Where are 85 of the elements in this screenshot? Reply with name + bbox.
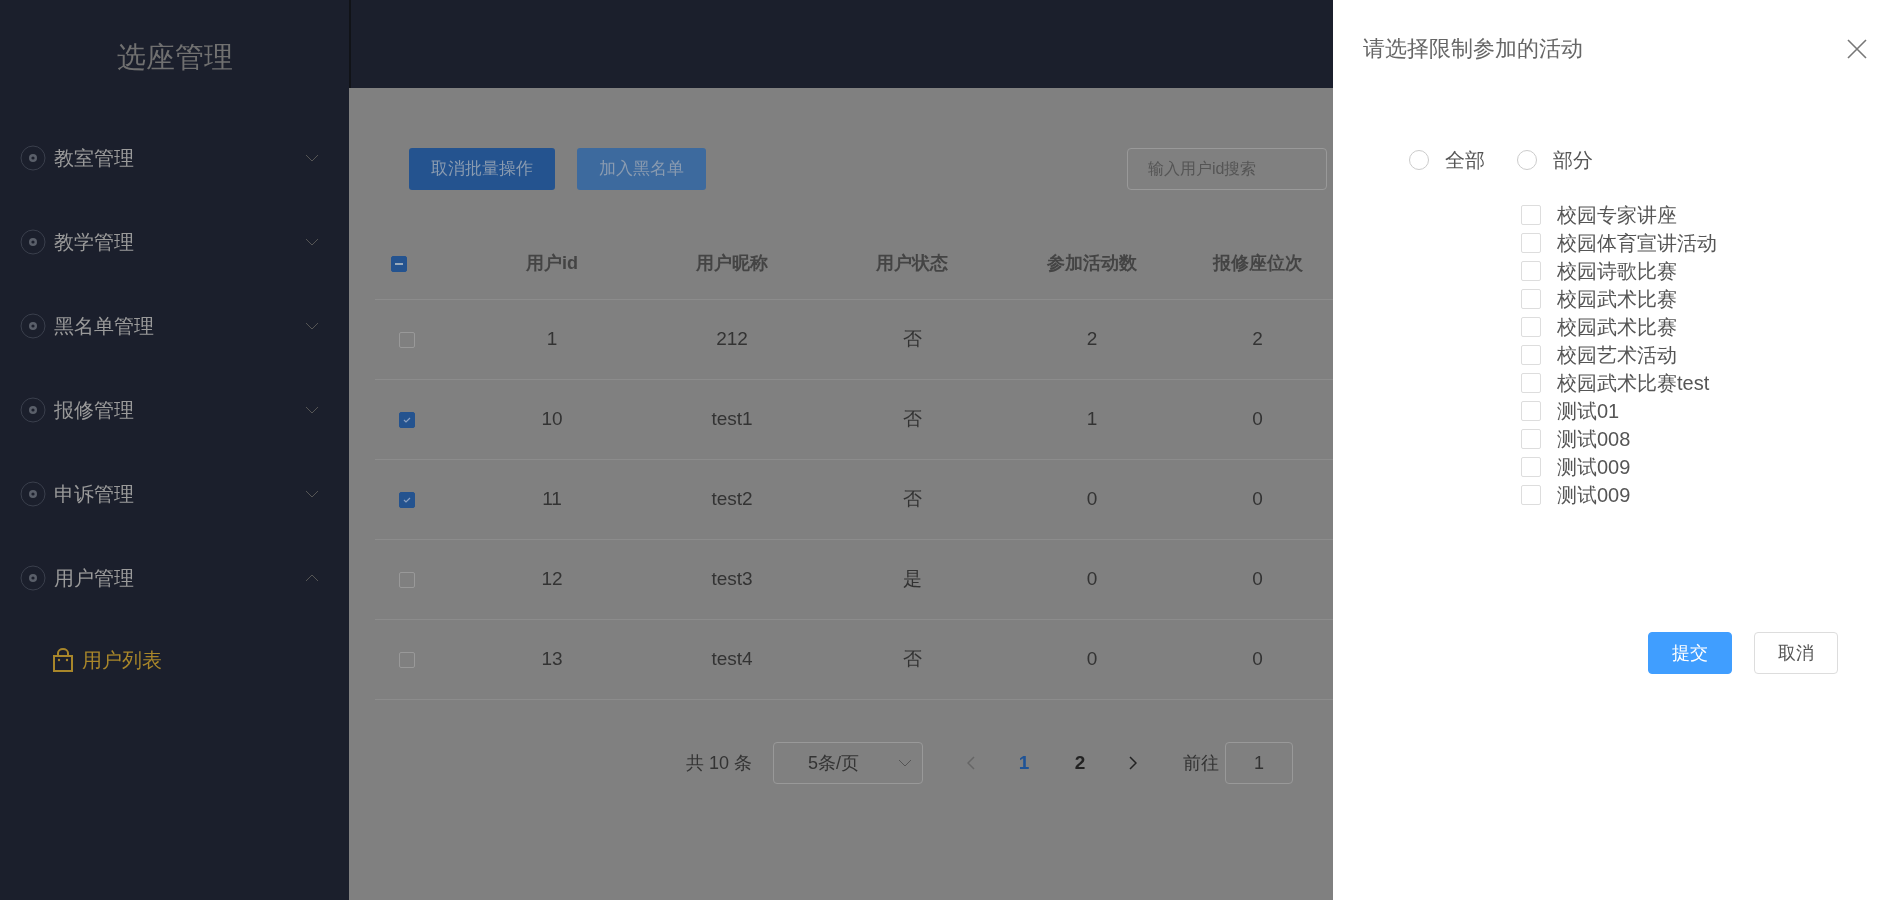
bag-icon [52,648,74,672]
checkbox-label: 校园武术比赛 [1557,315,1677,340]
table-cell-text: 2 [1086,327,1098,352]
submenu-item[interactable]: 用户列表 [0,620,349,700]
checkbox[interactable] [399,651,415,668]
checkbox[interactable] [399,571,415,588]
checkbox[interactable] [399,491,415,508]
table-cell-text: 1 [1086,407,1098,432]
chevron-down-icon [305,490,319,498]
radio-label: 部分 [1553,148,1593,173]
table-cell-text: 1 [546,327,558,352]
checkbox-label: 校园专家讲座 [1557,203,1677,228]
table-cell-text: 0 [1086,567,1098,592]
table-cell-text: 0 [1086,487,1098,512]
table-cell-text: 0 [1252,567,1263,592]
page-button[interactable]: 2 [1067,748,1094,778]
menu-item[interactable]: 用户管理 [0,536,349,620]
column-header: 报修座位次 [1212,252,1303,275]
checkbox[interactable] [399,331,415,348]
chevron-down-icon [305,322,319,330]
chevron-down-icon [305,406,319,414]
submit-button[interactable]: 提交 [1648,632,1732,674]
drawer-title: 请选择限制参加的活动 [1363,35,1583,63]
table-cell-text: 12 [541,567,563,592]
table-cell-text: 212 [716,327,748,352]
table-cell-text: test4 [711,647,753,672]
column-header: 用户id [526,252,578,275]
menu-item[interactable]: 教室管理 [0,116,349,200]
table-cell-text: test3 [711,567,753,592]
menu-item[interactable]: 报修管理 [0,368,349,452]
gear-icon [20,229,46,255]
app-title: 选座管理 [116,40,233,76]
table-cell-text: 11 [542,487,562,512]
chevron-right-icon [1129,756,1138,770]
page-input[interactable]: 1 [1225,742,1294,784]
table-cell-text: 0 [1086,647,1098,672]
goto-label: 前往 [1183,751,1220,775]
chevron-left-icon [967,756,976,770]
table-cell-text: 否 [902,407,922,432]
menu-item[interactable]: 教学管理 [0,200,349,284]
toolbar-button[interactable]: 取消批量操作 [409,148,555,190]
checkbox[interactable] [391,255,407,272]
table-cell-text: 否 [902,327,922,352]
gear-icon [20,397,46,423]
cancel-button[interactable]: 取消 [1754,632,1838,674]
checkbox-label: 测试008 [1557,427,1631,452]
table-cell-text: 否 [902,487,922,512]
gear-icon [20,313,46,339]
table-cell-text: test1 [711,407,753,432]
gear-icon [20,145,46,171]
checkbox-label: 校园体育宣讲活动 [1557,231,1717,256]
table-cell-text: 0 [1252,647,1263,672]
checkbox-label: 校园武术比赛test [1557,371,1710,396]
table-cell-text: 是 [902,567,922,592]
close-icon [1847,38,1867,59]
table-cell-text: 否 [902,647,922,672]
dash-icon [395,262,403,265]
checkbox-label: 校园诗歌比赛 [1557,259,1677,284]
chevron-down-icon [305,238,319,246]
chevron-up-icon [305,574,319,582]
table-cell-text: 13 [541,647,563,672]
chevron-down-icon [305,154,319,162]
gear-icon [20,565,46,591]
checkbox-label: 校园武术比赛 [1557,287,1677,312]
checkbox-label: 测试01 [1557,399,1620,424]
total-count: 共 10 条 [686,751,753,775]
checkbox-label: 测试009 [1557,483,1631,508]
table-cell-text: test2 [711,487,753,512]
checkbox-label: 测试009 [1557,455,1631,480]
radio-label: 全部 [1445,148,1485,173]
menu-item[interactable]: 申诉管理 [0,452,349,536]
checkbox-label: 校园艺术活动 [1557,343,1677,368]
column-header: 参加活动数 [1047,252,1137,275]
gear-icon [20,481,46,507]
column-header: 用户昵称 [696,252,768,275]
table-cell-text: 0 [1252,487,1263,512]
chevron-down-icon [898,759,913,767]
page-size-select[interactable]: 5条/页 [773,742,924,784]
table-cell-text: 0 [1252,407,1263,432]
close-button[interactable] [1847,37,1869,60]
table-cell-text: 10 [541,407,563,432]
table-cell-text: 2 [1252,327,1263,352]
checkbox[interactable] [399,411,415,428]
menu-item[interactable]: 黑名单管理 [0,284,349,368]
column-header: 用户状态 [876,252,948,275]
